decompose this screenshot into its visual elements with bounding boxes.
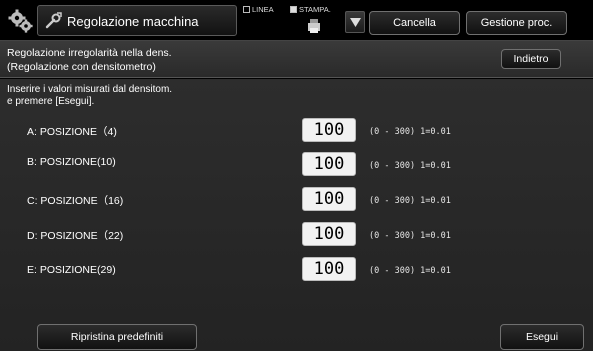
main-panel: Inserire i valori misurati dal densitom.… [0, 79, 593, 351]
checkbox-checked-icon [290, 6, 297, 13]
page-title: Regolazione macchina [67, 14, 199, 29]
wrench-icon [44, 12, 62, 30]
gear-icon [8, 9, 34, 33]
title-box: Regolazione macchina [37, 5, 237, 36]
mode-linea-indicator: LINEA [243, 5, 274, 14]
position-a-label: A: POSIZIONE（4) [27, 126, 117, 138]
position-a-range: (0 - 300) 1=0.01 [369, 127, 451, 137]
mode-stampa-indicator: STAMPA. [290, 5, 331, 14]
position-b-range: (0 - 300) 1=0.01 [369, 161, 451, 171]
printer-icon [306, 18, 322, 34]
cancel-button[interactable]: Cancella [369, 11, 460, 35]
mode-linea-label: LINEA [252, 5, 274, 14]
dropdown-button[interactable] [345, 11, 365, 33]
execute-button[interactable]: Esegui [500, 324, 584, 350]
position-a-value-input[interactable]: 100 [302, 118, 356, 142]
reset-defaults-button[interactable]: Ripristina predefiniti [37, 324, 197, 350]
position-d-value-input[interactable]: 100 [302, 222, 356, 246]
position-c-label: C: POSIZIONE（16) [27, 195, 124, 207]
position-d-label: D: POSIZIONE（22) [27, 230, 124, 242]
screen-header: Regolazione irregolarità nella dens. (Re… [0, 40, 593, 78]
checkbox-icon [243, 6, 250, 13]
position-b-value-input[interactable]: 100 [302, 152, 356, 176]
top-bar: Regolazione macchina LINEA STAMPA. Cance… [0, 0, 593, 40]
position-c-value-input[interactable]: 100 [302, 187, 356, 211]
position-b-label: B: POSIZIONE(10) [27, 156, 116, 168]
position-d-range: (0 - 300) 1=0.01 [369, 231, 451, 241]
back-button[interactable]: Indietro [501, 49, 561, 69]
header-subtitle: (Regolazione con densitometro) [7, 61, 156, 73]
header-title: Regolazione irregolarità nella dens. [7, 47, 172, 59]
position-e-range: (0 - 300) 1=0.01 [369, 266, 451, 276]
job-status-button[interactable]: Gestione proc. [466, 11, 567, 35]
position-c-range: (0 - 300) 1=0.01 [369, 196, 451, 206]
instruction-line-1: Inserire i valori misurati dal densitom. [7, 84, 173, 95]
position-e-value-input[interactable]: 100 [302, 257, 356, 281]
triangle-down-icon [350, 18, 361, 27]
instruction-line-2: e premere [Esegui]. [7, 96, 95, 107]
mode-stampa-label: STAMPA. [299, 5, 331, 14]
position-e-label: E: POSIZIONE(29) [27, 264, 116, 276]
